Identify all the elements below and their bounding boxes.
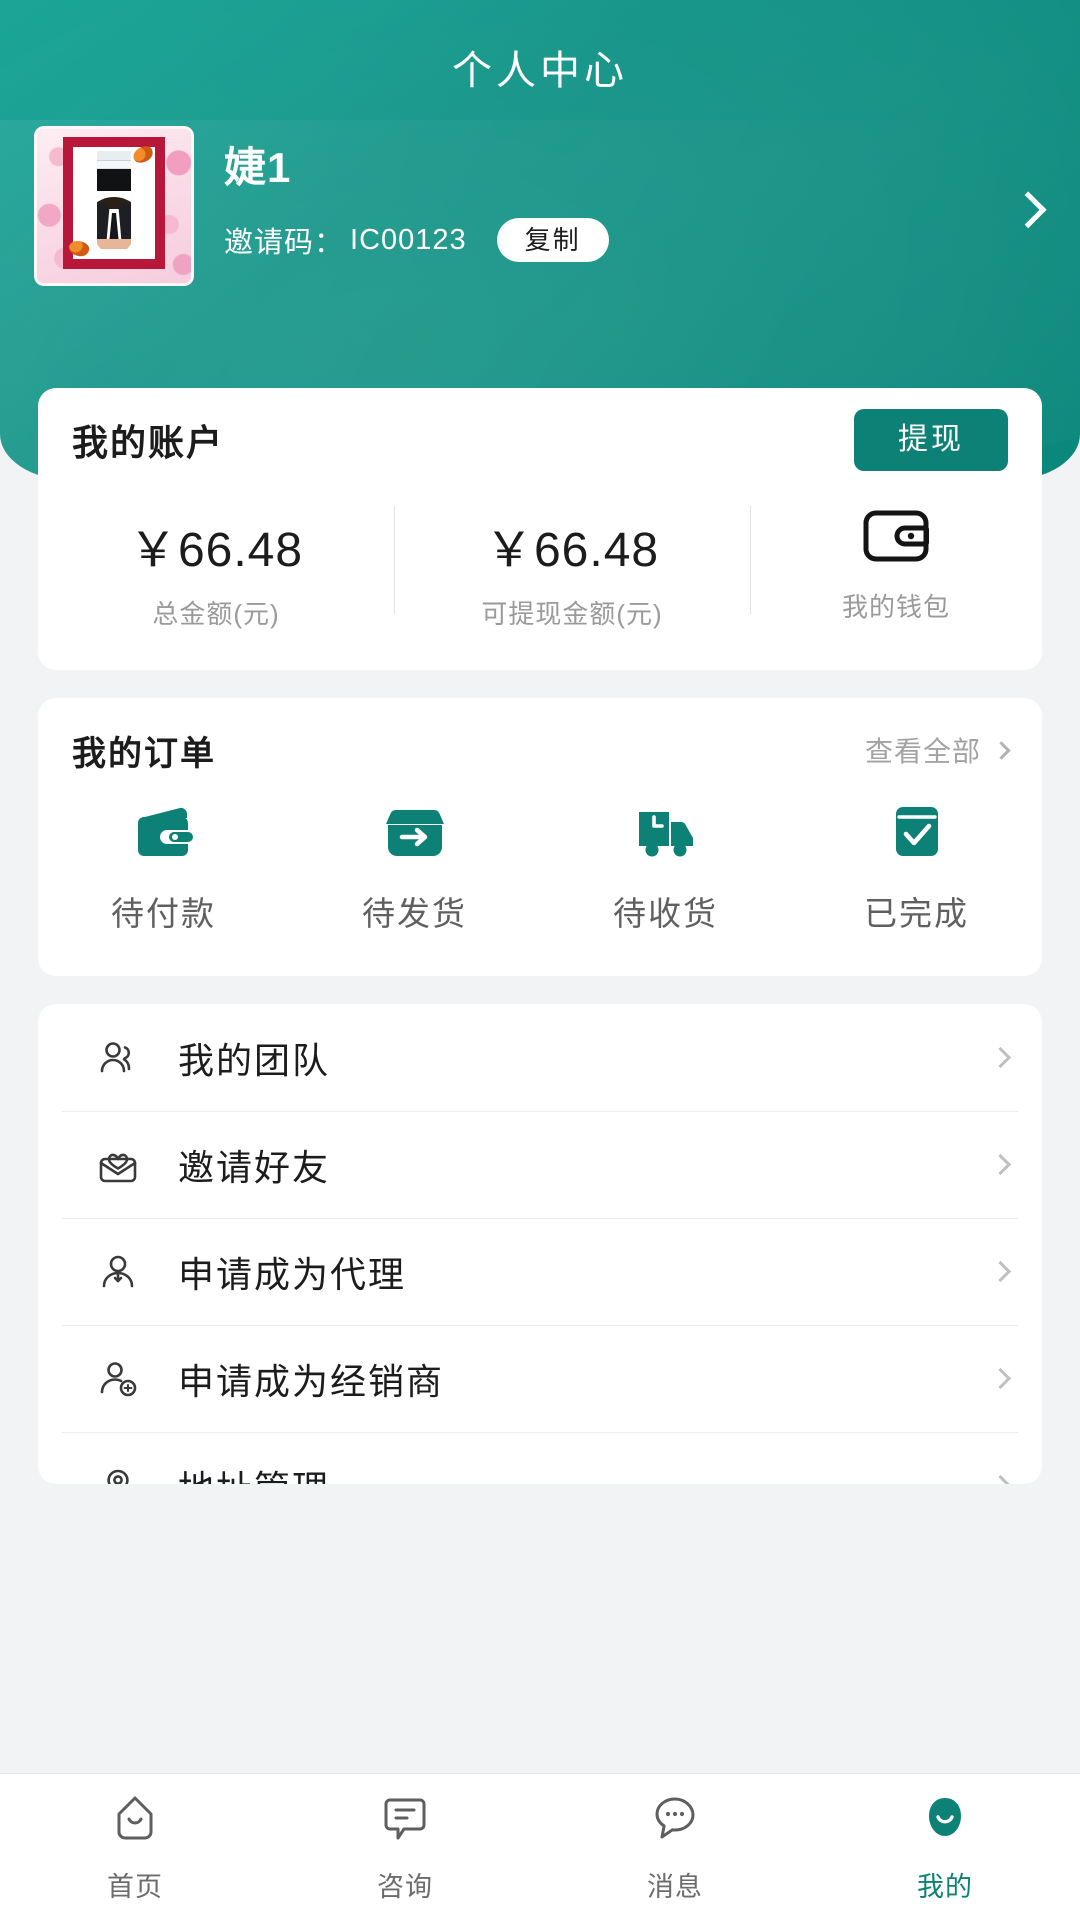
menu-item-label: 我的团队 <box>178 1032 330 1084</box>
copy-invite-code-button[interactable]: 复制 <box>497 218 609 262</box>
profile-smile-icon <box>917 1790 973 1851</box>
view-all-label: 查看全部 <box>865 730 981 770</box>
menu-item-label: 邀请好友 <box>178 1139 330 1191</box>
avatar-screen <box>97 151 131 249</box>
tab-messages[interactable]: 消息 <box>540 1790 810 1904</box>
chevron-right-icon <box>990 1475 1011 1484</box>
invite-code-label: 邀请码： <box>224 219 344 261</box>
avatar-portrait <box>97 191 131 239</box>
account-card: 我的账户 提现 ￥66.48 总金额(元) ￥66.48 可提现金额(元) <box>38 388 1042 670</box>
menu-item-label: 申请成为经销商 <box>178 1353 444 1405</box>
avatar-black-band <box>97 169 131 191</box>
menu-item-apply-dealer[interactable]: 申请成为经销商 <box>38 1325 1042 1432</box>
orders-card: 我的订单 查看全部 待付款 <box>38 698 1042 976</box>
map-pin-icon <box>96 1464 140 1485</box>
profile-summary[interactable]: 婕1 邀请码： IC00123 复制 <box>34 126 1046 286</box>
home-icon <box>107 1790 163 1851</box>
account-title: 我的账户 <box>72 414 224 466</box>
package-arrow-icon <box>384 804 446 865</box>
chevron-right-icon <box>992 741 1010 759</box>
orders-title: 我的订单 <box>72 726 216 775</box>
wallet-filled-icon <box>133 804 195 865</box>
message-dots-icon <box>647 1790 703 1851</box>
chevron-right-icon <box>990 1261 1011 1282</box>
order-status-label: 待收货 <box>613 887 718 935</box>
envelope-heart-icon <box>96 1143 140 1187</box>
balance-label: 总金额(元) <box>152 594 279 631</box>
order-status-completed[interactable]: 已完成 <box>791 804 1042 935</box>
balance-amount: ￥66.48 <box>485 510 659 580</box>
menu-item-apply-agent[interactable]: 申请成为代理 <box>38 1218 1042 1325</box>
order-status-pending-shipment[interactable]: 待发货 <box>289 804 540 935</box>
chat-lines-icon <box>377 1790 433 1851</box>
order-status-label: 待付款 <box>111 887 216 935</box>
bottom-tab-bar: 首页 咨询 消息 <box>0 1773 1080 1920</box>
view-all-orders-button[interactable]: 查看全部 <box>865 730 1008 770</box>
orders-card-header: 我的订单 查看全部 <box>38 698 1042 802</box>
order-status-row: 待付款 待发货 <box>38 804 1042 935</box>
balance-total: ￥66.48 总金额(元) <box>38 496 394 656</box>
tab-home[interactable]: 首页 <box>0 1790 270 1904</box>
user-dealer-icon <box>96 1357 140 1401</box>
personal-center-page: 个人中心 <box>0 0 1080 1920</box>
invite-code-value: IC00123 <box>350 224 467 257</box>
users-icon <box>96 1036 140 1080</box>
menu-item-invite-friends[interactable]: 邀请好友 <box>38 1111 1042 1218</box>
withdraw-button[interactable]: 提现 <box>854 409 1008 471</box>
account-card-header: 我的账户 提现 <box>38 388 1042 492</box>
order-status-label: 已完成 <box>864 887 969 935</box>
avatar[interactable] <box>34 126 194 286</box>
page-title: 个人中心 <box>0 38 1080 96</box>
avatar-toolbar <box>97 161 131 169</box>
invite-code-row: 邀请码： IC00123 复制 <box>224 218 609 262</box>
chevron-right-icon <box>990 1154 1011 1175</box>
balance-label: 可提现金额(元) <box>481 594 662 631</box>
check-box-icon <box>886 804 948 865</box>
tab-label: 我的 <box>917 1865 973 1904</box>
chevron-right-icon <box>990 1047 1011 1068</box>
wallet-label: 我的钱包 <box>842 587 950 624</box>
tab-label: 首页 <box>107 1865 163 1904</box>
menu-card: 我的团队 邀请好友 申 <box>38 1004 1042 1484</box>
truck-icon <box>635 804 697 865</box>
balance-row: ￥66.48 总金额(元) ￥66.48 可提现金额(元) 我的钱包 <box>38 496 1042 656</box>
tab-label: 咨询 <box>377 1865 433 1904</box>
chevron-right-icon[interactable] <box>1010 191 1047 228</box>
menu-item-address-management[interactable]: 地址管理 <box>38 1432 1042 1484</box>
chevron-right-icon <box>990 1368 1011 1389</box>
menu-item-my-team[interactable]: 我的团队 <box>38 1004 1042 1111</box>
wallet-icon <box>863 510 929 567</box>
tab-profile[interactable]: 我的 <box>810 1790 1080 1904</box>
tab-consult[interactable]: 咨询 <box>270 1790 540 1904</box>
order-status-label: 待发货 <box>362 887 467 935</box>
order-status-pending-payment[interactable]: 待付款 <box>38 804 289 935</box>
tab-label: 消息 <box>647 1865 703 1904</box>
order-status-pending-receipt[interactable]: 待收货 <box>540 804 791 935</box>
avatar-titlebar <box>97 151 131 161</box>
menu-item-label: 申请成为代理 <box>178 1246 406 1298</box>
menu-item-label: 地址管理 <box>178 1460 330 1485</box>
balance-withdrawable: ￥66.48 可提现金额(元) <box>394 496 750 656</box>
user-badge-icon <box>96 1250 140 1294</box>
my-wallet-entry[interactable]: 我的钱包 <box>750 496 1042 656</box>
user-name: 婕1 <box>224 134 291 195</box>
balance-amount: ￥66.48 <box>129 510 303 580</box>
